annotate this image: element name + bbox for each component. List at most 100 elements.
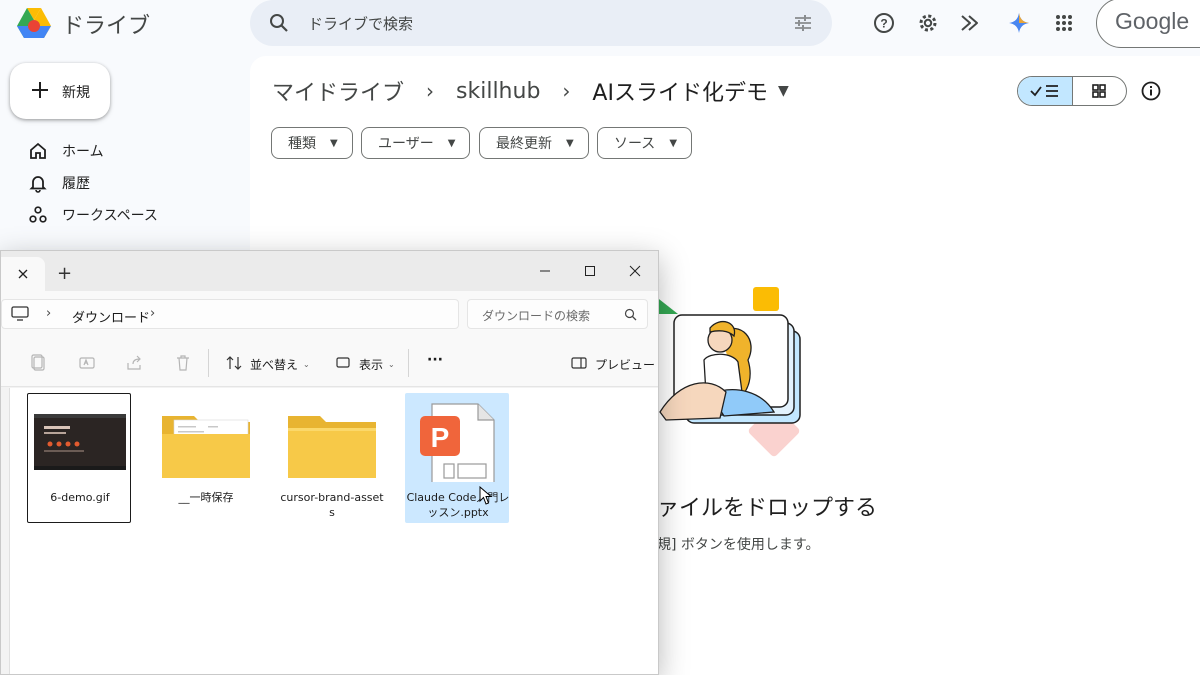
file-item-folder-brand[interactable]: cursor-brand-assets (279, 393, 384, 523)
gemini-icon[interactable] (1006, 10, 1032, 36)
explorer-search-box[interactable]: ダウンロードの検索 (467, 299, 648, 329)
maximize-icon[interactable] (573, 257, 607, 285)
share-icon[interactable] (125, 354, 143, 372)
toolbar-divider (208, 349, 209, 377)
account-switcher[interactable]: Google (1096, 0, 1200, 48)
svg-text:P: P (431, 422, 450, 453)
explorer-address-row: › ダウンロード › ダウンロードの検索 (1, 291, 658, 339)
drive-logo-red (28, 20, 40, 32)
file-name: Claude Code入門レッスン.pptx (406, 491, 510, 519)
chevron-right-icon[interactable]: › (150, 306, 155, 321)
bell-icon (29, 176, 47, 193)
app-title: ドライブ (62, 14, 151, 39)
list-view-button[interactable] (1018, 77, 1073, 105)
filter-label: ソース (614, 136, 656, 152)
preview-button[interactable]: プレビュー (595, 356, 655, 373)
new-tab-icon[interactable]: + (57, 263, 72, 284)
address-bar[interactable]: › ダウンロード › (1, 299, 459, 329)
caret-down-icon: ▼ (669, 137, 678, 149)
apps-grid-icon[interactable] (1051, 10, 1077, 36)
more-options-button[interactable]: ··· (427, 352, 443, 368)
view-button[interactable]: 表示 ⌄ (359, 356, 395, 373)
search-icon[interactable] (267, 11, 291, 35)
file-item-gif[interactable]: 6-demo.gif (27, 393, 131, 523)
navigation-pane-edge[interactable] (1, 388, 9, 674)
minimize-icon[interactable] (528, 257, 562, 285)
folder-icon (162, 416, 250, 478)
filter-label: 種類 (288, 136, 316, 152)
filter-label: 最終更新 (496, 136, 552, 152)
caret-down-icon[interactable]: ▼ (778, 83, 789, 99)
sidebar-item-label: 履歴 (62, 176, 90, 192)
sidebar-item-home[interactable]: ホーム (28, 139, 104, 163)
explorer-tab[interactable] (1, 257, 45, 291)
search-input[interactable]: ドライブで検索 (308, 13, 413, 34)
explorer-titlebar[interactable]: + (1, 251, 658, 291)
view-icon[interactable] (334, 354, 352, 372)
info-icon[interactable] (1140, 80, 1162, 102)
plus-icon (32, 82, 48, 98)
home-icon (30, 142, 46, 159)
caret-down-icon: ▼ (330, 137, 338, 149)
breadcrumb-current-folder[interactable]: AIスライド化デモ (592, 75, 768, 107)
help-icon[interactable]: ? (871, 10, 897, 36)
sidebar-item-label: ワークスペース (62, 208, 158, 224)
drive-search-bar[interactable]: ドライブで検索 (250, 0, 832, 46)
file-name: __一時保存 (178, 491, 234, 504)
gif-thumbnail (34, 414, 126, 470)
filter-source[interactable]: ソース ▼ (597, 127, 693, 159)
settings-icon[interactable] (915, 10, 941, 36)
explorer-toolbar: 並べ替え ⌄ 表示 ⌄ ··· プレビュー (1, 339, 658, 387)
powerpoint-file-icon: P (420, 403, 495, 482)
empty-folder-illustration (650, 287, 801, 457)
grid-view-button[interactable] (1073, 77, 1127, 105)
workspaces-icon (29, 206, 47, 223)
close-window-icon[interactable] (618, 257, 652, 285)
filter-modified[interactable]: 最終更新 ▼ (479, 127, 589, 159)
file-name: 6-demo.gif (50, 491, 110, 504)
drive-logo[interactable] (14, 6, 54, 40)
close-tab-icon[interactable] (17, 268, 29, 280)
svg-text:?: ? (880, 17, 887, 31)
toolbar-divider (408, 349, 409, 377)
caret-down-icon: ▼ (447, 137, 456, 149)
chevron-down-icon: ⌄ (303, 360, 310, 369)
grid-icon (1092, 84, 1107, 98)
search-options-icon[interactable] (791, 11, 815, 35)
empty-state-subtitle: 規] ボタンを使用します。 (657, 537, 820, 553)
this-pc-icon[interactable] (11, 306, 29, 322)
chevron-down-icon: ⌄ (388, 360, 395, 369)
chevron-right-icon[interactable]: › (46, 306, 51, 321)
new-button[interactable]: 新規 (10, 63, 110, 119)
sort-icon[interactable] (225, 354, 243, 372)
sidebar-item-workspaces[interactable]: ワークスペース (28, 203, 158, 227)
file-explorer-window[interactable]: + › ダウンロード › ダウンロードの検索 並べ替え ⌄ 表示 ⌄ ··· プレビ… (0, 250, 659, 675)
ai-actions-icon[interactable] (958, 10, 984, 36)
sidebar-item-activity[interactable]: 履歴 (28, 171, 90, 195)
address-folder[interactable]: ダウンロード (72, 307, 150, 326)
check-list-icon (1030, 85, 1058, 97)
rename-icon[interactable] (78, 354, 96, 372)
filter-user[interactable]: ユーザー ▼ (361, 127, 471, 159)
folder-icon (288, 416, 376, 478)
sort-button[interactable]: 並べ替え ⌄ (250, 356, 310, 373)
sort-label: 並べ替え (250, 358, 299, 372)
copy-icon[interactable] (29, 354, 47, 372)
view-label: 表示 (359, 358, 384, 372)
breadcrumb-my-drive[interactable]: マイドライブ (272, 75, 404, 107)
filter-label: ユーザー (378, 136, 434, 152)
file-name: cursor-brand-assets (280, 491, 384, 519)
breadcrumb: マイドライブ › skillhub › AIスライド化デモ ▼ (272, 75, 789, 107)
empty-state-title: ァイルをドロップする (657, 496, 878, 521)
delete-icon[interactable] (174, 354, 192, 372)
explorer-search-input[interactable]: ダウンロードの検索 (482, 307, 590, 324)
filter-type[interactable]: 種類 ▼ (271, 127, 353, 159)
view-toggle[interactable] (1017, 76, 1127, 106)
sidebar-item-label: ホーム (62, 144, 104, 160)
file-item-folder-temp[interactable]: __一時保存 (153, 393, 257, 523)
mouse-pointer-icon (479, 486, 493, 505)
breadcrumb-skillhub[interactable]: skillhub (456, 79, 540, 104)
file-item-pptx[interactable]: P Claude Code入門レッスン.pptx (405, 393, 509, 523)
chevron-right-icon: › (426, 79, 435, 103)
preview-pane-icon[interactable] (570, 354, 588, 372)
